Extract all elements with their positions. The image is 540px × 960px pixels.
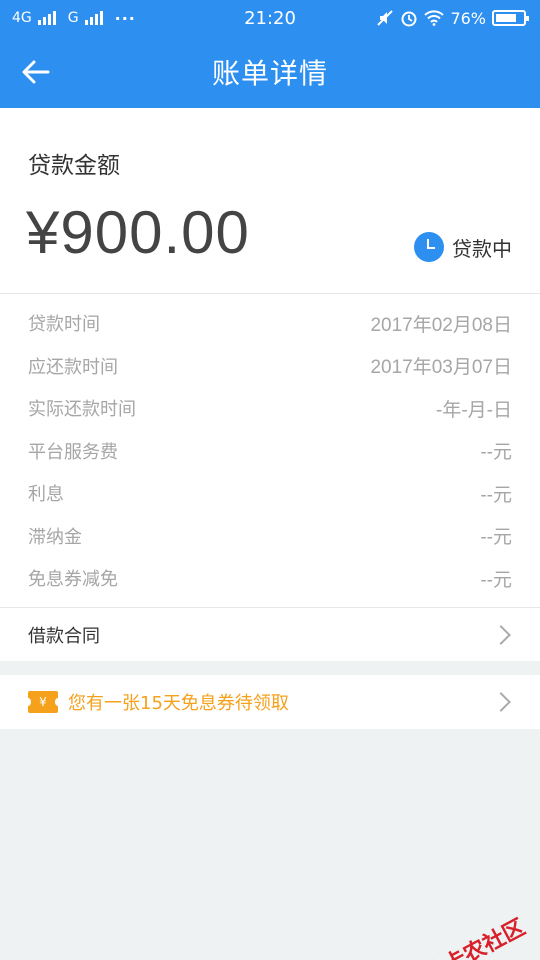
detail-value: 2017年02月08日	[370, 314, 512, 336]
battery-icon	[492, 10, 529, 26]
detail-row: 平台服务费 --元	[0, 430, 540, 473]
detail-value: --元	[480, 442, 512, 464]
wifi-icon	[424, 10, 445, 26]
detail-label: 平台服务费	[28, 441, 118, 463]
loan-contract-label: 借款合同	[28, 625, 100, 647]
loan-amount: ¥900.00	[26, 199, 250, 266]
chevron-right-icon	[491, 692, 511, 712]
back-button[interactable]	[18, 54, 54, 90]
detail-row: 贷款时间 2017年02月08日	[0, 302, 540, 345]
alarm-icon	[401, 11, 417, 27]
detail-label: 滞纳金	[28, 526, 82, 548]
watermark-text: 卡农社区	[440, 915, 530, 960]
detail-label: 应还款时间	[28, 356, 118, 378]
signal-icon	[37, 11, 56, 25]
status-bar: 4G G ··· 21:20 76%	[0, 0, 540, 36]
detail-label: 免息券减免	[28, 569, 118, 591]
detail-value: --元	[480, 569, 512, 591]
detail-row: 滞纳金 --元	[0, 515, 540, 558]
status-bar-left: 4G G ···	[12, 9, 136, 28]
detail-label: 利息	[28, 484, 64, 506]
coupon-content: ¥ 您有一张15天免息券待领取	[25, 689, 289, 715]
detail-value: --元	[480, 527, 512, 549]
network-g-label: G	[67, 10, 79, 26]
detail-row: 应还款时间 2017年03月07日	[0, 345, 540, 388]
battery-percent: 76%	[450, 8, 486, 28]
page-title: 账单详情	[211, 57, 328, 90]
watermark: 卡农社区	[411, 910, 530, 960]
signal-icon-2	[84, 11, 103, 25]
detail-value: -年-月-日	[436, 399, 512, 421]
network-4g-label: 4G	[12, 10, 32, 26]
detail-value: 2017年03月07日	[370, 357, 512, 379]
clock-icon	[414, 232, 444, 262]
loan-summary: 贷款金额 ¥900.00 贷款中	[0, 108, 540, 294]
mute-icon	[377, 10, 394, 26]
loan-contract-link[interactable]: 借款合同	[0, 607, 540, 661]
detail-row: 免息券减免 --元	[0, 557, 540, 600]
arrow-left-icon	[22, 60, 50, 84]
ticket-icon: ¥	[25, 691, 61, 713]
detail-row: 利息 --元	[0, 472, 540, 515]
amount-label: 贷款金额	[28, 153, 120, 179]
loan-details: 贷款时间 2017年02月08日 应还款时间 2017年03月07日 实际还款时…	[0, 294, 540, 607]
coupon-banner[interactable]: ¥ 您有一张15天免息券待领取	[0, 675, 540, 729]
detail-row: 实际还款时间 -年-月-日	[0, 387, 540, 430]
detail-value: --元	[480, 484, 512, 506]
loan-status: 贷款中	[414, 232, 512, 262]
coupon-text: 您有一张15天免息券待领取	[68, 693, 289, 714]
detail-label: 贷款时间	[28, 314, 100, 336]
more-notifications-icon: ···	[114, 8, 136, 28]
chevron-right-icon	[491, 624, 511, 645]
status-bar-right: 76%	[376, 8, 529, 28]
nav-bar: 账单详情	[0, 36, 540, 108]
detail-label: 实际还款时间	[28, 399, 136, 421]
loan-status-label: 贷款中	[452, 236, 512, 261]
